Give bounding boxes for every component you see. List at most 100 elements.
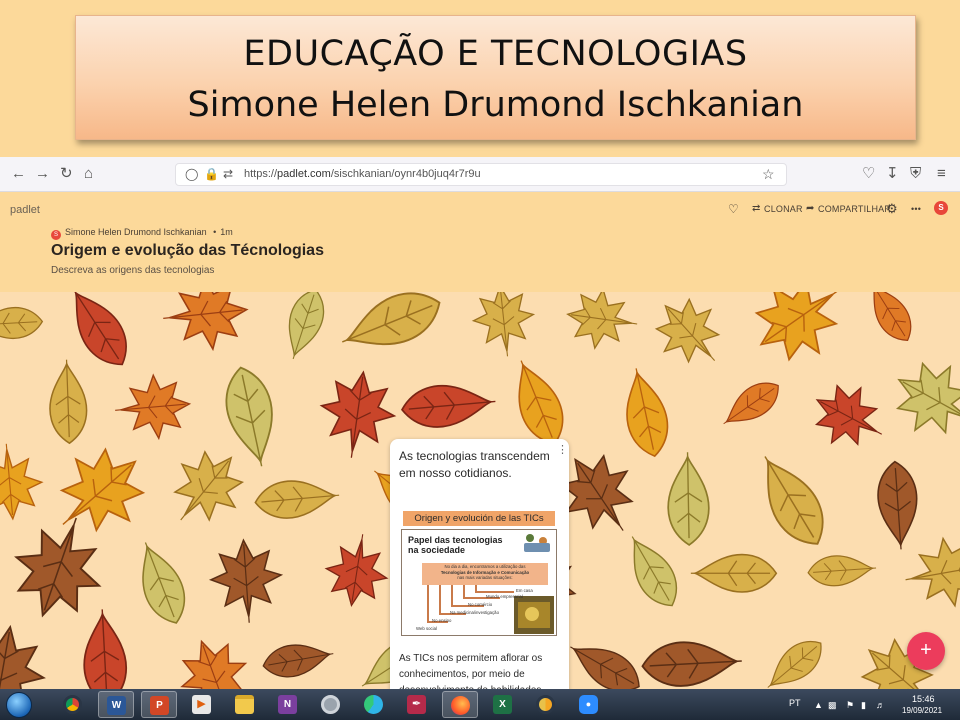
timeline-item: No ensino (432, 618, 452, 623)
forward-icon[interactable]: → (35, 166, 50, 182)
address-bar[interactable]: ◯ 🔒 ⇄ https://padlet.com/sischkanian/oyn… (175, 163, 787, 186)
extension-shield-icon[interactable]: ⛨ (910, 166, 921, 182)
infographic-header: Origen y evolución de las TICs (403, 511, 555, 526)
user-avatar[interactable]: S (934, 201, 948, 215)
slide-author: Simone Helen Drumond Ischkanian (187, 85, 804, 125)
zoom-icon: ● (579, 695, 598, 714)
windows-taskbar: W P ▶ N ✒ X ● PT ▲ ▩ ⚑ ▮ ♬ 15:46 19/09/2… (0, 689, 960, 720)
browser-window: ← → ↻ ⌂ ◯ 🔒 ⇄ https://padlet.com/sischka… (0, 157, 960, 689)
leaf (871, 292, 912, 341)
download-icon[interactable]: ↧ (886, 166, 899, 182)
leaf (754, 292, 839, 362)
post-text-bottom: As TICs nos permitem aflorar os conhecim… (399, 653, 544, 689)
chrome-icon (63, 695, 82, 714)
back-icon[interactable]: ← (11, 166, 26, 182)
flag-icon[interactable]: ⚑ (846, 700, 854, 711)
leaf (895, 361, 960, 435)
taskbar-pdf[interactable]: ✒ (399, 691, 435, 718)
leaf (654, 297, 721, 364)
taskbar-file-explorer[interactable] (227, 691, 263, 718)
leaf (180, 639, 248, 689)
board-title: Origem e evolução das Técnologias (51, 242, 324, 259)
taskbar-media-player[interactable]: ▶ (184, 691, 220, 718)
infographic-strip: No dia a dia, encontramos a utilização d… (422, 563, 548, 585)
add-post-button[interactable]: + (907, 632, 945, 670)
leaf (115, 373, 192, 441)
leaf (0, 624, 46, 689)
padlet-header: padlet ♡ ⇄ CLONAR ➦ COMPARTILHAR ⚙ ••• S… (0, 192, 960, 292)
post-infographic[interactable]: Origen y evolución de las TICs Papel das… (399, 511, 559, 638)
clock-date[interactable]: 19/09/2021 (902, 706, 942, 715)
permissions-icon[interactable]: ⇄ (223, 167, 233, 181)
taskbar-firefox[interactable] (442, 691, 478, 718)
signal-icon[interactable]: ▩ (828, 700, 837, 711)
reload-icon[interactable]: ↻ (60, 166, 73, 182)
padlet-logo[interactable]: padlet (10, 204, 40, 216)
taskbar-zoom[interactable]: ● (571, 691, 607, 718)
leaf (72, 292, 127, 366)
taskbar-excel[interactable]: X (485, 691, 521, 718)
leaf (641, 641, 742, 687)
folder-icon (235, 695, 254, 714)
leaf (142, 542, 186, 624)
post-menu-icon[interactable]: ⋮ (557, 445, 568, 456)
more-options-button[interactable]: ••• (911, 204, 921, 214)
timeline-item: Mundo empresarial (486, 594, 523, 599)
board-subtitle: Descreva as origens das tecnologias (51, 265, 215, 276)
leaf (401, 384, 496, 428)
leaf (173, 450, 245, 522)
clone-button[interactable]: CLONAR (764, 204, 803, 214)
leaf (0, 306, 44, 339)
taskbar-movie-maker[interactable] (313, 691, 349, 718)
url-host: padlet.com (277, 168, 331, 180)
pdf-icon: ✒ (407, 695, 426, 714)
leaf (566, 292, 638, 350)
url-text[interactable]: https://padlet.com/sischkanian/oynr4b0ju… (244, 168, 481, 180)
post-age: 1m (220, 227, 233, 237)
word-icon: W (107, 696, 126, 715)
onenote-icon: N (278, 695, 297, 714)
share-button[interactable]: COMPARTILHAR (818, 204, 891, 214)
film-reel-icon (321, 695, 340, 714)
language-indicator[interactable]: PT (789, 698, 801, 708)
author-name: Simone Helen Drumond Ischkanian (65, 227, 207, 237)
url-path: /sischkanian/oynr4b0juq4r7r9u (330, 168, 481, 180)
start-button[interactable] (6, 692, 32, 718)
leaf (341, 292, 441, 346)
leaf (163, 292, 249, 352)
menu-icon[interactable]: ≡ (937, 166, 946, 182)
taskbar-powerpoint[interactable]: P (141, 691, 177, 718)
leaf (570, 646, 640, 689)
browser-toolbar: ← → ↻ ⌂ ◯ 🔒 ⇄ https://padlet.com/sischka… (0, 157, 960, 192)
leaf (631, 536, 677, 607)
leaf (723, 382, 779, 425)
clock-time[interactable]: 15:46 (912, 694, 935, 704)
post-card[interactable]: ⋮ As tecnologias transcendem em nosso co… (390, 439, 569, 689)
taskbar-edge[interactable] (356, 691, 392, 718)
battery-icon[interactable]: ▮ (861, 700, 866, 711)
pocket-icon[interactable]: ♡ (862, 166, 875, 182)
shield-icon[interactable]: ◯ (185, 167, 198, 181)
taskbar-onenote[interactable]: N (270, 691, 306, 718)
taskbar-word[interactable]: W (98, 691, 134, 718)
leaf (59, 447, 146, 533)
volume-icon[interactable]: ♬ (876, 700, 885, 710)
firefox-icon (451, 696, 470, 715)
leaf (288, 292, 325, 360)
leaf (208, 538, 284, 623)
settings-gear-icon[interactable]: ⚙ (886, 201, 898, 217)
lock-icon[interactable]: 🔒 (204, 167, 219, 181)
strip-line-3: nas mais variadas situações: (457, 575, 513, 580)
people-illustration (524, 534, 550, 552)
leaf (667, 452, 710, 546)
home-icon[interactable]: ⌂ (84, 166, 93, 182)
heart-icon[interactable]: ♡ (728, 202, 739, 216)
slide-title-banner: EDUCAÇÃO E TECNOLOGIAS Simone Helen Drum… (75, 15, 916, 140)
bookmark-star-icon[interactable]: ☆ (762, 166, 775, 183)
show-hidden-icons[interactable]: ▲ (814, 700, 823, 710)
infographic-frame: Papel das tecnologias na sociedade No di… (401, 529, 557, 636)
slide-title: EDUCAÇÃO E TECNOLOGIAS (243, 34, 748, 74)
taskbar-chrome[interactable] (55, 691, 91, 718)
taskbar-chrome-canary[interactable] (528, 691, 564, 718)
timeline-item: Em casa (516, 588, 533, 593)
